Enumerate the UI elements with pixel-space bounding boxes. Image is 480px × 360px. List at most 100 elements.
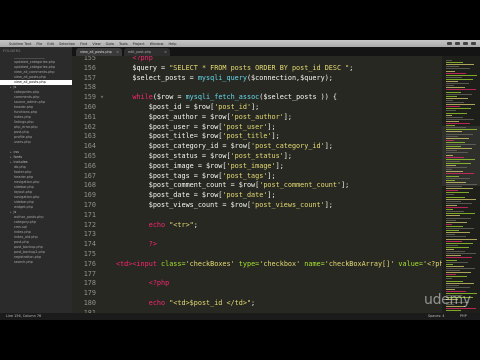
minimap-line xyxy=(446,192,469,194)
minimap-line xyxy=(446,215,460,217)
code-line[interactable]: 156 $query = "SELECT * FROM posts ORDER … xyxy=(72,63,442,73)
sidebar-item-label: post.php xyxy=(14,130,29,134)
tab-size[interactable]: Spaces: 4 xyxy=(428,313,444,320)
code-line[interactable]: 159 ▾ while($row = mysqli_fetch_assoc($se… xyxy=(72,92,442,102)
code-line[interactable]: 176 <td><input class='checkBoxes' type='c… xyxy=(72,259,442,269)
folder-chevron-icon[interactable]: ▸ xyxy=(10,150,12,154)
minimap-line xyxy=(446,202,472,204)
clock-icon[interactable] xyxy=(463,42,468,45)
minimap-line xyxy=(446,89,476,91)
syntax-mode[interactable]: PHP xyxy=(460,313,467,320)
code-text: $post_date = $row['post_date']; xyxy=(116,190,276,200)
code-line[interactable]: 169 $post_date = $row['post_date']; xyxy=(72,190,442,200)
code-line[interactable]: 168 $post_comment_count = $row['post_com… xyxy=(72,180,442,190)
sidebar-item-label: js xyxy=(13,210,17,214)
minimap-line xyxy=(446,274,456,276)
minimap-line xyxy=(446,167,467,169)
menu-item[interactable]: File xyxy=(36,42,42,46)
code-token: 'post_id' xyxy=(214,103,252,111)
code-token: $post_tags = $row[ xyxy=(116,171,223,180)
code-line[interactable]: 174 ?> xyxy=(72,239,442,249)
menu-item[interactable]: View xyxy=(92,42,100,46)
code-line[interactable]: 161 $post_author = $row['post_author']; xyxy=(72,112,442,122)
search-icon[interactable] xyxy=(471,42,476,45)
code-line[interactable]: 167 $post_tags = $row['post_tags']; xyxy=(72,171,442,181)
code-line[interactable]: 157 $select_posts = mysqli_query($connec… xyxy=(72,73,442,83)
minimap-line xyxy=(446,286,470,288)
code-token: echo xyxy=(116,299,170,307)
menu-item[interactable]: Help xyxy=(168,42,176,46)
sidebar-item-label: navigation.php xyxy=(14,195,40,199)
code-token: ]; xyxy=(275,161,284,170)
tab-edit-post[interactable]: edit_post.php × xyxy=(124,48,170,56)
line-number: 165 xyxy=(83,152,96,160)
code-line[interactable]: 166 $post_image = $row['post_image']; xyxy=(72,161,442,171)
fold-arrow-icon[interactable]: ▾ xyxy=(100,92,104,102)
code-token: $post_status = $row[ xyxy=(116,152,231,160)
minimap-line xyxy=(446,85,454,87)
close-icon[interactable]: × xyxy=(116,48,119,56)
line-number: 173 xyxy=(83,230,96,239)
code-line[interactable]: 164 $post_category_id = $row['post_categ… xyxy=(72,141,442,151)
sidebar-item-label: index.php xyxy=(14,115,31,119)
minimap-line xyxy=(446,97,468,99)
code-line[interactable]: 173 xyxy=(72,229,442,239)
code-line[interactable]: 158 xyxy=(72,82,442,92)
line-number: 177 xyxy=(83,269,96,278)
menu-item[interactable]: Window xyxy=(150,42,164,46)
sidebar-item-label: listings.php xyxy=(14,120,34,124)
line-number: 169 xyxy=(83,191,96,200)
menu-item[interactable]: Sublime Text xyxy=(9,42,31,46)
code-line[interactable]: 180 echo "<td>$post_id </td>"; xyxy=(72,298,442,308)
folder-chevron-icon[interactable]: ▸ xyxy=(10,210,12,214)
code-line[interactable]: 160 $post_id = $row['post_id']; xyxy=(72,102,442,112)
tab-view-all-posts[interactable]: view_all_posts.php × xyxy=(76,48,122,56)
tab-label: edit_post.php xyxy=(128,50,152,54)
menu-item[interactable]: Tools xyxy=(119,42,128,46)
code-text: $post_comment_count = $row['post_comment… xyxy=(116,180,350,190)
menu-item[interactable]: Find xyxy=(80,42,87,46)
code-text: $post_id = $row['post_id']; xyxy=(116,102,260,112)
code-line[interactable]: 171 xyxy=(72,210,442,220)
minimap-line xyxy=(446,169,452,171)
code-text: $post_tags = $row['post_tags']; xyxy=(116,171,276,181)
minimap-line xyxy=(446,129,477,131)
battery-icon[interactable] xyxy=(455,42,460,45)
menu-item[interactable]: Selection xyxy=(59,42,75,46)
sidebar-item-label: php_error.php xyxy=(14,125,38,129)
sidebar-file[interactable]: search.php xyxy=(0,260,72,265)
menu-item[interactable]: Edit xyxy=(47,42,54,46)
minimap-line xyxy=(446,284,459,286)
code-line[interactable]: 175 xyxy=(72,249,442,259)
folder-chevron-icon[interactable]: ▸ xyxy=(10,155,12,159)
line-number: 156 xyxy=(83,63,96,72)
folder-chevron-icon[interactable]: ▸ xyxy=(10,160,12,164)
code-token: class= xyxy=(156,259,186,268)
code-line[interactable]: 179 xyxy=(72,288,442,298)
code-token: ($row = xyxy=(152,93,186,102)
minimap-line xyxy=(446,225,463,227)
line-number: 162 xyxy=(83,122,96,131)
code-line[interactable]: 170 $post_views_count = $row['post_views… xyxy=(72,200,442,210)
code-line[interactable]: 178 <?php xyxy=(72,278,442,288)
minimap[interactable] xyxy=(442,56,480,313)
code-editor[interactable]: 155 <?php 156 $query = "SELECT * FROM pos… xyxy=(72,56,442,313)
minimap-line xyxy=(446,74,477,76)
menu-item[interactable]: Project xyxy=(133,42,145,46)
code-line[interactable]: 165 $post_status = $row['post_status']; xyxy=(72,151,442,161)
code-token: 'post_views_count' xyxy=(251,201,325,209)
code-line[interactable]: 162 $post_user = $row['post_user']; xyxy=(72,122,442,132)
menu-item[interactable]: Goto xyxy=(106,42,114,46)
line-number: 157 xyxy=(83,73,96,82)
minimap-line xyxy=(446,76,462,78)
code-line[interactable]: 172 echo "<tr>"; xyxy=(72,220,442,230)
code-token: 'post_user' xyxy=(222,122,268,131)
close-icon[interactable]: × xyxy=(164,48,167,56)
folder-chevron-icon[interactable]: ▸ xyxy=(10,85,12,89)
letterbox-bottom xyxy=(0,320,480,360)
code-line[interactable]: 177 xyxy=(72,269,442,279)
minimap-line xyxy=(446,219,456,221)
code-token: ]; xyxy=(283,152,292,160)
wifi-icon[interactable] xyxy=(447,42,452,45)
code-line[interactable]: 163 $post_title= $row['post_title']; xyxy=(72,131,442,141)
